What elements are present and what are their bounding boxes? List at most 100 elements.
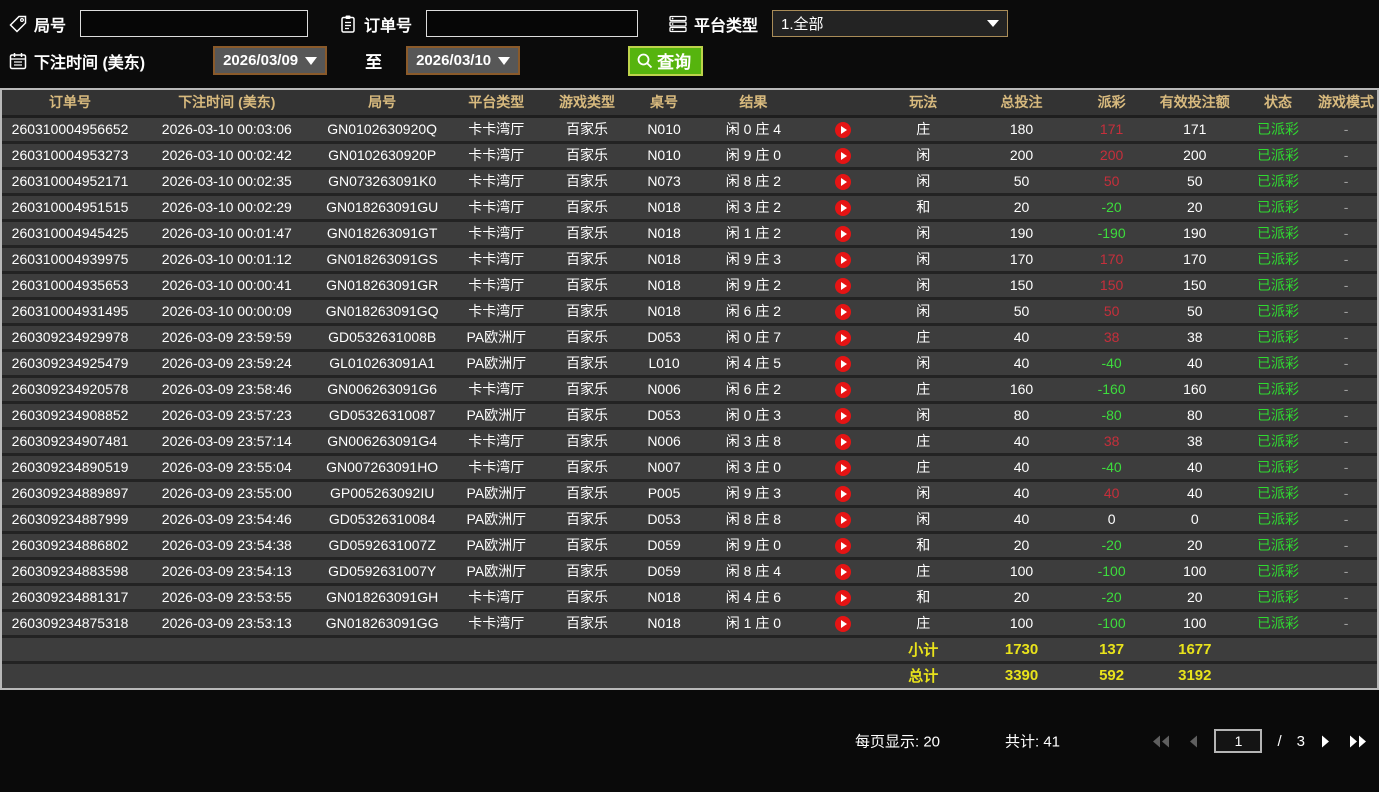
total-valid-bet: 3192 <box>1148 662 1241 688</box>
cell-payout: 170 <box>1074 246 1149 274</box>
status-badge: 已派彩 <box>1240 506 1316 534</box>
cell-result: 闲 0 庄 7 <box>697 324 810 352</box>
total-total-bet: 3390 <box>968 662 1075 688</box>
video-play-icon[interactable] <box>835 173 852 190</box>
cell-total-bet: 40 <box>968 454 1075 482</box>
date-from-picker[interactable]: 2026/03/09 <box>213 46 328 75</box>
cell-video <box>809 402 878 430</box>
video-play-icon[interactable] <box>835 485 852 502</box>
page-number-input[interactable] <box>1214 729 1263 753</box>
video-play-icon[interactable] <box>835 589 852 606</box>
cell-order-no: 260310004935653 <box>2 272 139 300</box>
first-page-icon[interactable] <box>1150 734 1172 749</box>
total-count-label: 共计: <box>1005 733 1040 751</box>
cell-table-no: N073 <box>630 168 698 196</box>
cell-game-mode: - <box>1315 454 1377 482</box>
cell-valid-bet: 80 <box>1148 402 1241 430</box>
video-play-icon[interactable] <box>835 147 852 164</box>
page-total: 3 <box>1296 732 1305 750</box>
video-play-icon[interactable] <box>835 563 852 580</box>
last-page-icon[interactable] <box>1347 734 1369 749</box>
cell-bet-time: 2026-03-09 23:54:13 <box>138 558 316 586</box>
cell-game-mode: - <box>1315 402 1377 430</box>
cell-result: 闲 0 庄 4 <box>697 116 810 144</box>
subtotal-label: 小计 <box>877 636 969 664</box>
table-row: 260309234907481 2026-03-09 23:57:14 GN00… <box>2 428 1377 456</box>
platform-type-selected-value: 1.全部 <box>781 16 824 33</box>
cell-round-no: GN0102630920Q <box>315 116 449 144</box>
cell-order-no: 260309234887999 <box>2 506 139 534</box>
table-row: 260309234929978 2026-03-09 23:59:59 GD05… <box>2 324 1377 352</box>
video-play-icon[interactable] <box>835 225 852 242</box>
total-row: 总计 3390 592 3192 <box>2 662 1377 688</box>
cell-total-bet: 80 <box>968 402 1075 430</box>
cell-platform: 卡卡湾厅 <box>448 272 544 300</box>
cell-total-bet: 200 <box>968 142 1075 170</box>
video-play-icon[interactable] <box>835 459 852 476</box>
video-play-icon[interactable] <box>835 329 852 346</box>
cell-payout: 38 <box>1074 428 1149 456</box>
cell-video <box>809 376 878 404</box>
video-play-icon[interactable] <box>835 433 852 450</box>
cell-game-mode: - <box>1315 480 1377 508</box>
cell-bet-type: 庄 <box>877 428 969 456</box>
cell-platform: 卡卡湾厅 <box>448 584 544 612</box>
cell-platform: 卡卡湾厅 <box>448 376 544 404</box>
cell-payout: -20 <box>1074 194 1149 222</box>
pager: / 3 <box>1150 729 1369 753</box>
cell-game-mode: - <box>1315 376 1377 404</box>
video-play-icon[interactable] <box>835 537 852 554</box>
cell-order-no: 260310004953273 <box>2 142 139 170</box>
cell-platform: 卡卡湾厅 <box>448 194 544 222</box>
cell-bet-time: 2026-03-09 23:59:24 <box>138 350 316 378</box>
video-play-icon[interactable] <box>835 303 852 320</box>
table-row: 260310004956652 2026-03-10 00:03:06 GN01… <box>2 116 1377 144</box>
video-play-icon[interactable] <box>835 199 852 216</box>
cell-game-mode: - <box>1315 298 1377 326</box>
video-play-icon[interactable] <box>835 407 852 424</box>
cell-game-type: 百家乐 <box>543 376 631 404</box>
cell-round-no: GN018263091GU <box>315 194 449 222</box>
cell-bet-type: 庄 <box>877 376 969 404</box>
status-badge: 已派彩 <box>1240 376 1316 404</box>
status-badge: 已派彩 <box>1240 350 1316 378</box>
video-play-icon[interactable] <box>835 615 852 632</box>
cell-valid-bet: 50 <box>1148 298 1241 326</box>
cell-game-type: 百家乐 <box>543 428 631 456</box>
video-play-icon[interactable] <box>835 381 852 398</box>
video-play-icon[interactable] <box>835 251 852 268</box>
next-page-icon[interactable] <box>1320 734 1332 749</box>
cell-game-type: 百家乐 <box>543 116 631 144</box>
cell-round-no: GD0532631008B <box>315 324 449 352</box>
cell-payout: -40 <box>1074 350 1149 378</box>
date-to-picker[interactable]: 2026/03/10 <box>406 46 521 75</box>
cell-total-bet: 40 <box>968 506 1075 534</box>
cell-platform: 卡卡湾厅 <box>448 168 544 196</box>
search-button-label: 查询 <box>657 53 692 72</box>
video-play-icon[interactable] <box>835 355 852 372</box>
cell-round-no: GN018263091GQ <box>315 298 449 326</box>
platform-type-select[interactable]: 1.全部 <box>772 10 1009 37</box>
cell-table-no: N007 <box>630 454 698 482</box>
video-play-icon[interactable] <box>835 511 852 528</box>
cell-order-no: 260310004931495 <box>2 298 139 326</box>
table-row: 260309234889897 2026-03-09 23:55:00 GP00… <box>2 480 1377 508</box>
cell-video <box>809 506 878 534</box>
cell-round-no: GN018263091GR <box>315 272 449 300</box>
cell-order-no: 260309234908852 <box>2 402 139 430</box>
cell-order-no: 260309234875318 <box>2 610 139 638</box>
status-badge: 已派彩 <box>1240 324 1316 352</box>
video-play-icon[interactable] <box>835 121 852 138</box>
round-no-input[interactable] <box>80 10 309 37</box>
video-play-icon[interactable] <box>835 277 852 294</box>
cell-table-no: N018 <box>630 220 698 248</box>
col-header-payout: 派彩 <box>1074 90 1149 118</box>
prev-page-icon[interactable] <box>1187 734 1199 749</box>
order-no-input[interactable] <box>426 10 639 37</box>
cell-game-type: 百家乐 <box>543 558 631 586</box>
cell-order-no: 260310004951515 <box>2 194 139 222</box>
cell-platform: 卡卡湾厅 <box>448 298 544 326</box>
search-button[interactable]: 查询 <box>628 45 704 76</box>
cell-valid-bet: 38 <box>1148 324 1241 352</box>
cell-table-no: N018 <box>630 246 698 274</box>
